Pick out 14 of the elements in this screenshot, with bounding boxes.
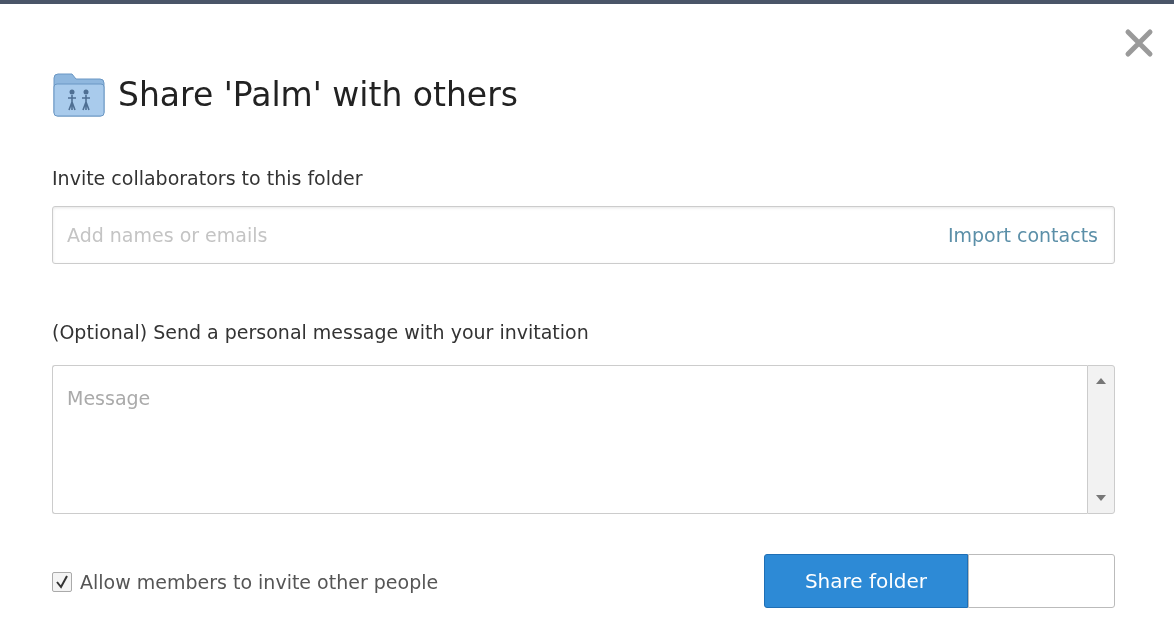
scroll-down-icon[interactable] xyxy=(1096,494,1106,501)
checkbox-label: Allow members to invite other people xyxy=(80,569,439,595)
shared-folder-icon xyxy=(52,71,106,118)
checkbox[interactable] xyxy=(52,571,72,592)
scrollbar[interactable] xyxy=(1087,364,1115,514)
share-folder-button[interactable]: Share folder xyxy=(764,553,968,608)
message-field[interactable]: Message xyxy=(52,364,1087,514)
field-label: (Optional) Send a personal message with your invitation xyxy=(52,320,590,345)
close-icon[interactable] xyxy=(1124,28,1154,58)
scroll-up-icon[interactable] xyxy=(1096,377,1106,384)
dialog-title: Share 'Palm' with others xyxy=(118,74,518,116)
field-label: Invite collaborators to this folder xyxy=(52,165,364,191)
import-contacts-link[interactable]: Import contacts xyxy=(947,220,1098,250)
invite-field[interactable]: Add names or emails Import contacts xyxy=(52,206,1115,264)
